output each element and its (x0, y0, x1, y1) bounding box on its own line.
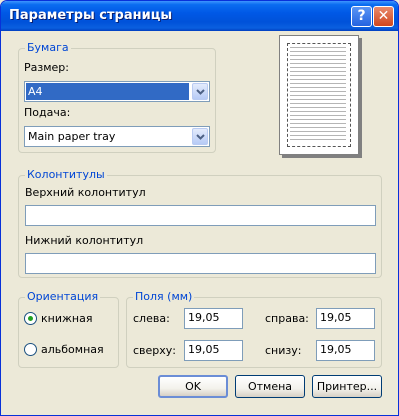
landscape-label[interactable]: альбомная (41, 343, 104, 356)
close-button[interactable]: ✕ (373, 6, 394, 27)
header-label: Верхний колонтитул (25, 186, 146, 199)
right-margin-label: справа: (265, 312, 309, 325)
size-label: Размер: (24, 61, 69, 74)
paper-legend: Бумага (25, 41, 71, 54)
orientation-group: Ориентация книжная альбомная (18, 290, 119, 368)
source-value: Main paper tray (28, 130, 116, 143)
cancel-button[interactable]: Отмена (235, 375, 305, 398)
source-dropdown[interactable]: Main paper tray (24, 126, 210, 147)
size-dropdown-button[interactable] (192, 83, 208, 100)
preview-text-lines (290, 47, 346, 143)
margins-legend: Поля (мм) (133, 290, 195, 303)
footer-input[interactable] (25, 253, 376, 274)
page-preview-icon (279, 35, 359, 155)
source-dropdown-button[interactable] (192, 128, 208, 145)
header-input[interactable] (25, 205, 376, 226)
portrait-radio[interactable] (24, 312, 37, 325)
title-bar[interactable]: Параметры страницы ? ✕ (1, 1, 398, 31)
bottom-margin-label: снизу: (265, 344, 302, 357)
footer-label: Нижний колонтитул (25, 234, 144, 247)
landscape-radio[interactable] (24, 343, 37, 356)
headers-legend: Колонтитулы (25, 168, 107, 181)
right-margin-input[interactable]: 19,05 (316, 308, 375, 329)
headers-group: Колонтитулы Верхний колонтитул Нижний ко… (18, 168, 382, 278)
window-title: Параметры страницы (9, 8, 173, 23)
radio-selected-dot (28, 316, 33, 321)
printer-button[interactable]: Принтер... (312, 375, 382, 398)
chevron-down-icon (196, 134, 205, 140)
bottom-margin-input[interactable]: 19,05 (316, 340, 375, 361)
top-margin-label: сверху: (133, 344, 177, 357)
left-margin-input[interactable]: 19,05 (184, 308, 243, 329)
portrait-label[interactable]: книжная (41, 312, 92, 325)
size-value: A4 (26, 83, 189, 100)
left-margin-label: слева: (133, 312, 170, 325)
ok-button[interactable]: OK (158, 375, 228, 398)
help-button[interactable]: ? (351, 6, 372, 27)
chevron-down-icon (196, 89, 205, 95)
size-dropdown[interactable]: A4 (24, 81, 210, 102)
orientation-legend: Ориентация (25, 290, 101, 303)
page-setup-dialog: Параметры страницы ? ✕ Бумага Размер: A4… (0, 0, 399, 416)
source-label: Подача: (24, 106, 71, 119)
margins-group: Поля (мм) слева: 19,05 справа: 19,05 све… (126, 290, 382, 368)
paper-group: Бумага Размер: A4 Подача: Main paper tra… (18, 41, 216, 153)
top-margin-input[interactable]: 19,05 (184, 340, 243, 361)
